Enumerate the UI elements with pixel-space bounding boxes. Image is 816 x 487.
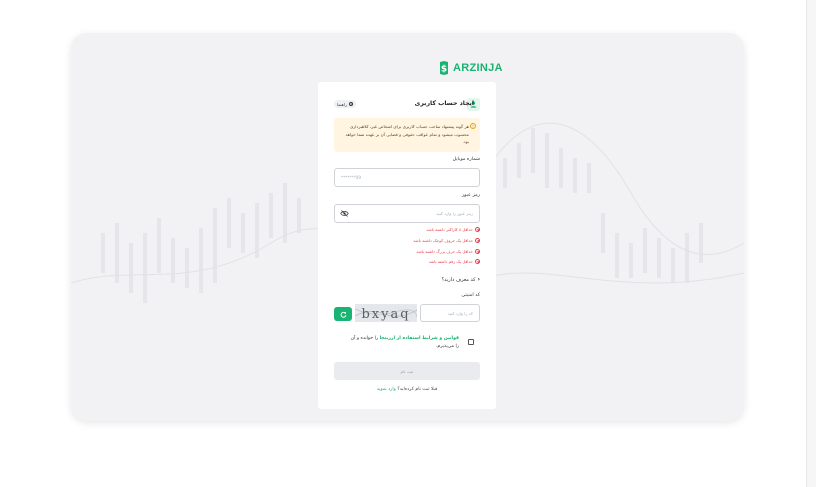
captcha-placeholder: کد را وارد کنید <box>447 311 473 316</box>
error-x-icon <box>475 249 480 254</box>
login-prompt: قبلا ثبت نام کرده‌اید؟ وارد شوید <box>318 387 496 392</box>
chevron-left-icon: ‹ <box>477 276 480 283</box>
scrollbar[interactable] <box>806 0 816 487</box>
error-x-icon <box>475 238 480 243</box>
terms-link[interactable]: قوانین و شرایط استفاده از ارزینجا <box>380 336 459 341</box>
login-link[interactable]: وارد شوید <box>377 387 396 392</box>
logo-text: ARZINJA <box>453 62 503 74</box>
refresh-captcha-button[interactable] <box>334 307 352 321</box>
error-x-icon <box>475 259 480 264</box>
requirement-item: حداقل یک رقم داشته باشد <box>429 259 480 264</box>
auth-panel: $ ARZINJA ایجاد حساب کاربری i راهنما ! ه… <box>71 33 744 421</box>
submit-label: ثبت نام <box>400 368 414 374</box>
eye-slash-icon[interactable] <box>340 210 349 217</box>
requirement-item: حداقل ۸ کاراکتر داشته باشد <box>426 227 480 232</box>
logo-mark-icon: $ <box>440 61 448 75</box>
captcha-label: کد امنیتی <box>461 293 480 298</box>
register-card: ایجاد حساب کاربری i راهنما ! هر گونه پیش… <box>318 82 496 409</box>
guide-button[interactable]: i راهنما <box>334 100 357 108</box>
svg-text:$: $ <box>441 65 447 75</box>
terms-text: قوانین و شرایط استفاده از ارزینجا را خوا… <box>349 335 459 351</box>
warning-icon: ! <box>470 123 476 129</box>
password-placeholder: رمز عبور را وارد کنید <box>436 211 473 216</box>
requirement-item: حداقل یک حروف کوچک داشته باشد <box>413 238 480 243</box>
warning-text: هر گونه پیشنهاد ساخت حساب کاربری برای اش… <box>345 124 469 144</box>
password-input[interactable]: رمز عبور را وارد کنید <box>334 204 480 223</box>
brand-logo[interactable]: $ ARZINJA <box>439 61 503 75</box>
refresh-icon <box>340 311 346 318</box>
mobile-placeholder: 09******* <box>341 175 361 180</box>
terms-checkbox[interactable] <box>468 339 474 345</box>
submit-button[interactable]: ثبت نام <box>334 362 480 380</box>
warning-box: ! هر گونه پیشنهاد ساخت حساب کاربری برای … <box>334 118 480 152</box>
mobile-input[interactable]: 09******* <box>334 168 480 187</box>
referral-toggle[interactable]: ‹ کد معرف دارید؟ <box>442 276 480 283</box>
captcha-text: bxyaq <box>361 307 410 322</box>
password-label: رمز عبور <box>461 193 480 198</box>
footer-text: قبلا ثبت نام کرده‌اید؟ <box>397 387 438 392</box>
guide-label: راهنما <box>337 101 347 107</box>
captcha-input[interactable]: کد را وارد کنید <box>420 304 480 322</box>
page-title: ایجاد حساب کاربری <box>414 100 474 107</box>
mobile-label: شماره موبایل <box>452 157 480 162</box>
info-icon: i <box>348 101 354 107</box>
requirement-item: حداقل یک حرف بزرگ داشته باشد <box>416 249 480 254</box>
error-x-icon <box>475 227 480 232</box>
page-background: $ ARZINJA ایجاد حساب کاربری i راهنما ! ه… <box>0 0 816 487</box>
captcha-image: bxyaq <box>355 304 417 322</box>
referral-label: کد معرف دارید؟ <box>441 276 476 283</box>
